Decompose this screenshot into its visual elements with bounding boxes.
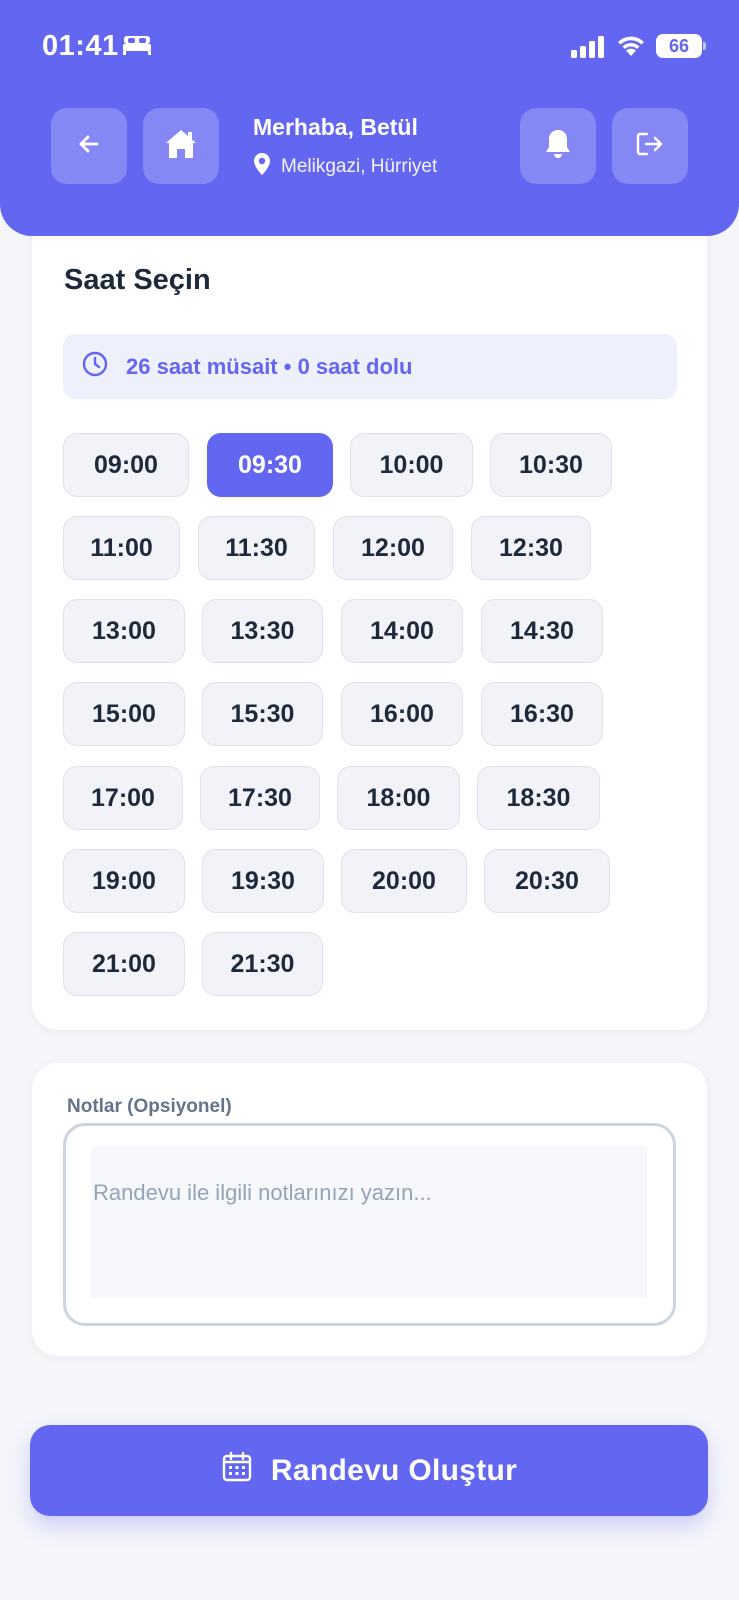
- time-slot[interactable]: 16:00: [341, 682, 463, 746]
- time-slot[interactable]: 20:30: [484, 849, 610, 913]
- wifi-icon: [615, 32, 647, 63]
- time-slot[interactable]: 16:30: [481, 682, 603, 746]
- notes-textarea[interactable]: [91, 1146, 647, 1298]
- time-slot[interactable]: 21:00: [63, 932, 185, 996]
- time-slot[interactable]: 09:00: [63, 433, 189, 497]
- create-appointment-button[interactable]: Randevu Oluştur: [30, 1425, 708, 1516]
- time-slot[interactable]: 14:00: [341, 599, 463, 663]
- location-text: Melikgazi, Hürriyet: [281, 156, 438, 177]
- back-button[interactable]: [51, 108, 127, 184]
- time-slot[interactable]: 21:30: [202, 932, 323, 996]
- time-slot-selected[interactable]: 09:30: [207, 433, 333, 497]
- battery-indicator: 66: [656, 34, 702, 58]
- back-arrow-icon: [75, 130, 103, 163]
- clock-icon: [63, 351, 126, 383]
- time-slot[interactable]: 15:00: [63, 682, 185, 746]
- time-slot[interactable]: 10:30: [490, 433, 612, 497]
- time-slot[interactable]: 18:00: [337, 766, 460, 830]
- create-appointment-label: Randevu Oluştur: [270, 1453, 518, 1487]
- time-slot[interactable]: 13:30: [202, 599, 323, 663]
- time-slot[interactable]: 10:00: [350, 433, 473, 497]
- time-slot[interactable]: 17:30: [200, 766, 320, 830]
- status-bar: 01:41 66: [0, 0, 739, 90]
- logout-button[interactable]: [612, 108, 688, 184]
- bell-icon: [544, 128, 572, 165]
- time-slot[interactable]: 18:30: [477, 766, 600, 830]
- home-button[interactable]: [143, 108, 219, 184]
- location: Melikgazi, Hürriyet: [253, 152, 437, 182]
- notifications-button[interactable]: [520, 108, 596, 184]
- greeting-text: Merhaba, Betül: [253, 114, 418, 140]
- section-title: Saat Seçin: [64, 264, 211, 296]
- status-time: 01:41: [42, 30, 119, 62]
- cellular-signal-icon: [571, 36, 605, 63]
- time-slot[interactable]: 19:30: [202, 849, 324, 913]
- time-slot[interactable]: 11:00: [63, 516, 180, 580]
- calendar-icon: [221, 1451, 271, 1491]
- location-pin-icon: [253, 152, 281, 182]
- time-slot[interactable]: 11:30: [198, 516, 315, 580]
- time-slot[interactable]: 17:00: [63, 766, 183, 830]
- notes-label: Notlar (Opsiyonel): [67, 1096, 232, 1117]
- time-slot[interactable]: 20:00: [341, 849, 467, 913]
- time-slot[interactable]: 12:30: [471, 516, 591, 580]
- logout-icon: [635, 130, 665, 163]
- sleep-focus-icon: [122, 34, 152, 61]
- home-icon: [164, 128, 198, 165]
- time-slot[interactable]: 12:00: [333, 516, 453, 580]
- app-header: 01:41 66 Merhaba, Betül Melikgazi, Hürri…: [0, 0, 739, 236]
- time-slot[interactable]: 13:00: [63, 599, 185, 663]
- availability-text: 26 saat müsait • 0 saat dolu: [126, 353, 413, 379]
- time-slot[interactable]: 19:00: [63, 849, 185, 913]
- battery-tip: [703, 42, 706, 50]
- time-slot[interactable]: 14:30: [481, 599, 603, 663]
- time-slot[interactable]: 15:30: [202, 682, 323, 746]
- availability-banner: 26 saat müsait • 0 saat dolu: [63, 334, 677, 399]
